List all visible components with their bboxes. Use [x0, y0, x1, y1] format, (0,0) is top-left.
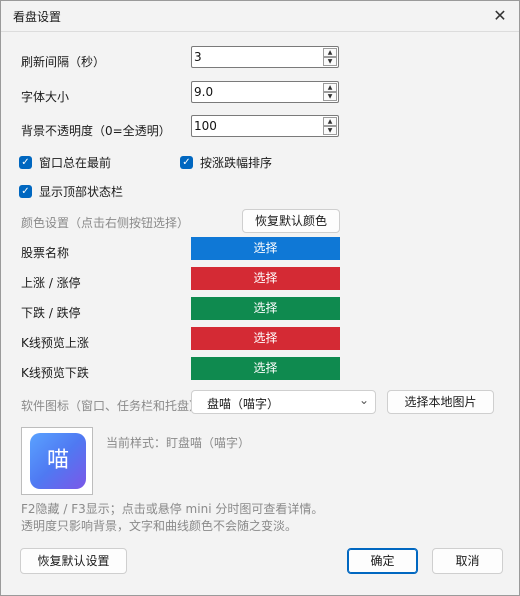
sort-by-change-checkbox[interactable]: ✓ 按涨跌幅排序	[180, 154, 272, 171]
fall-color-button[interactable]: 选择	[191, 297, 340, 320]
opacity-spinbox[interactable]: ▲ ▼	[191, 115, 339, 137]
icon-preview: 喵	[21, 427, 93, 495]
always-on-top-checkbox[interactable]: ✓ 窗口总在最前	[19, 154, 111, 171]
reset-all-button[interactable]: 恢复默认设置	[20, 548, 127, 574]
refresh-interval-input[interactable]	[194, 48, 320, 66]
font-size-input[interactable]	[194, 83, 320, 101]
cancel-button[interactable]: 取消	[432, 548, 503, 574]
spin-down-icon[interactable]: ▼	[323, 57, 337, 66]
choose-local-image-button[interactable]: 选择本地图片	[387, 390, 494, 414]
always-on-top-label: 窗口总在最前	[39, 156, 112, 170]
spin-up-icon[interactable]: ▲	[323, 83, 337, 92]
refresh-interval-label: 刷新间隔（秒）	[21, 55, 106, 69]
color-row-label: 股票名称	[21, 246, 70, 260]
opacity-label: 背景不透明度（0=全透明）	[21, 124, 171, 138]
cat-app-icon: 喵	[30, 433, 86, 489]
icon-style-selected: 盘喵（喵字）	[207, 397, 280, 411]
chevron-down-icon: ⌄	[358, 393, 369, 407]
refresh-interval-spinbox[interactable]: ▲ ▼	[191, 46, 339, 68]
stock-name-color-button[interactable]: 选择	[191, 237, 340, 260]
font-size-spinbox[interactable]: ▲ ▼	[191, 81, 339, 103]
sort-by-change-label: 按涨跌幅排序	[200, 156, 273, 170]
color-row-label: 上涨 / 涨停	[21, 276, 81, 290]
color-settings-label: 颜色设置（点击右侧按钮选择）	[21, 216, 190, 230]
icon-style-dropdown[interactable]: 盘喵（喵字） ⌄	[191, 390, 376, 414]
hint-line-1: F2隐藏 / F3显示；点击或悬停 mini 分时图可查看详情。	[21, 502, 324, 516]
settings-dialog: 看盘设置 ✕ 刷新间隔（秒） ▲ ▼ 字体大小 ▲ ▼ 背景不透明度（0=全透明…	[0, 0, 520, 596]
show-top-status-label: 显示顶部状态栏	[39, 185, 124, 199]
checkmark-icon: ✓	[180, 156, 193, 169]
checkmark-icon: ✓	[19, 185, 32, 198]
spin-up-icon[interactable]: ▲	[323, 48, 337, 57]
spin-up-icon[interactable]: ▲	[323, 117, 337, 126]
spin-down-icon[interactable]: ▼	[323, 126, 337, 135]
color-row-label: 下跌 / 跌停	[21, 306, 81, 320]
software-icon-label: 软件图标（窗口、任务栏和托盘）	[21, 399, 202, 413]
color-row-label: K线预览上涨	[21, 336, 89, 350]
reset-colors-button[interactable]: 恢复默认颜色	[242, 209, 340, 233]
color-row-label: K线预览下跌	[21, 366, 89, 380]
title-bar: 看盘设置 ✕	[1, 1, 519, 32]
spin-down-icon[interactable]: ▼	[323, 92, 337, 101]
ok-button[interactable]: 确定	[347, 548, 418, 574]
kline-rise-color-button[interactable]: 选择	[191, 327, 340, 350]
show-top-status-checkbox[interactable]: ✓ 显示顶部状态栏	[19, 183, 123, 200]
window-title: 看盘设置	[13, 10, 62, 24]
current-style-text: 当前样式：盯盘喵（喵字）	[106, 436, 251, 450]
checkmark-icon: ✓	[19, 156, 32, 169]
font-size-label: 字体大小	[21, 90, 70, 104]
kline-fall-color-button[interactable]: 选择	[191, 357, 340, 380]
opacity-input[interactable]	[194, 117, 320, 135]
hint-line-2: 透明度只影响背景，文字和曲线颜色不会随之变淡。	[21, 519, 298, 533]
close-icon[interactable]: ✕	[489, 5, 511, 27]
rise-color-button[interactable]: 选择	[191, 267, 340, 290]
